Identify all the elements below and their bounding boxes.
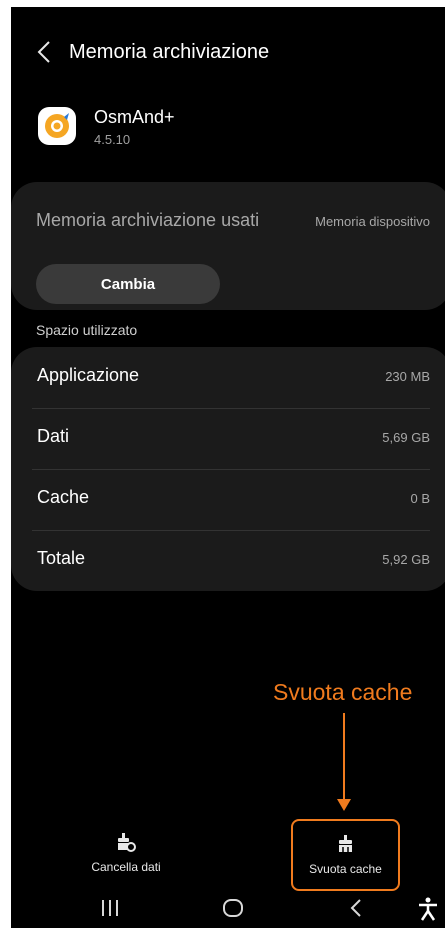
app-info: OsmAnd+ 4.5.10 xyxy=(38,107,418,157)
back-button[interactable] xyxy=(37,37,59,67)
accessibility-button[interactable] xyxy=(417,897,439,927)
recents-button[interactable] xyxy=(99,897,121,925)
row-label: Totale xyxy=(37,548,86,568)
back-nav-button[interactable] xyxy=(349,897,363,925)
row-value: 0 B xyxy=(410,491,430,506)
clear-data-button[interactable]: Cancella dati xyxy=(69,819,183,887)
usage-card: Applicazione 230 MB Dati 5,69 GB Cache 0… xyxy=(11,347,445,591)
row-value: 5,92 GB xyxy=(382,552,430,567)
change-button[interactable]: Cambia xyxy=(36,264,220,304)
app-name: OsmAnd+ xyxy=(94,107,175,127)
section-label: Spazio utilizzato xyxy=(36,322,138,338)
annotation-arrow-line xyxy=(343,713,345,801)
usage-row-data: Dati 5,69 GB xyxy=(32,408,430,470)
clear-cache-button[interactable]: Svuota cache xyxy=(291,819,400,891)
osmand-logo-icon xyxy=(38,107,76,145)
usage-row-application: Applicazione 230 MB xyxy=(32,347,430,409)
header: Memoria archiviazione xyxy=(11,35,445,75)
row-value: 5,69 GB xyxy=(382,430,430,445)
usage-row-total: Totale 5,92 GB xyxy=(32,530,430,591)
storage-location-value: Memoria dispositivo xyxy=(315,214,430,229)
app-version: 4.5.10 xyxy=(94,132,131,147)
row-value: 230 MB xyxy=(385,369,430,384)
accessibility-icon xyxy=(419,897,437,921)
annotation-label: Svuota cache xyxy=(273,679,413,705)
chevron-left-icon xyxy=(37,41,50,63)
row-label: Cache xyxy=(37,487,90,507)
clear-data-icon xyxy=(118,833,136,852)
storage-card: Memoria archiviazione usati Memoria disp… xyxy=(11,182,445,310)
recents-icon xyxy=(102,900,118,916)
home-icon xyxy=(223,899,243,917)
clear-data-label: Cancella dati xyxy=(91,860,161,874)
bottom-action-bar: Cancella dati Svuota cache xyxy=(11,819,445,891)
usage-row-cache: Cache 0 B xyxy=(32,469,430,531)
storage-used-label: Memoria archiviazione usati xyxy=(36,210,260,230)
annotation-arrow-head xyxy=(337,799,351,811)
screen: Memoria archiviazione OsmAnd+ 4.5.10 Mem… xyxy=(11,7,445,928)
clear-cache-icon xyxy=(338,835,352,852)
row-label: Dati xyxy=(37,426,70,446)
back-icon xyxy=(350,899,361,917)
system-nav-bar xyxy=(11,895,445,928)
page-title: Memoria archiviazione xyxy=(69,41,270,63)
clear-cache-label: Svuota cache xyxy=(309,862,382,876)
row-label: Applicazione xyxy=(37,365,140,385)
home-button[interactable] xyxy=(221,897,245,925)
